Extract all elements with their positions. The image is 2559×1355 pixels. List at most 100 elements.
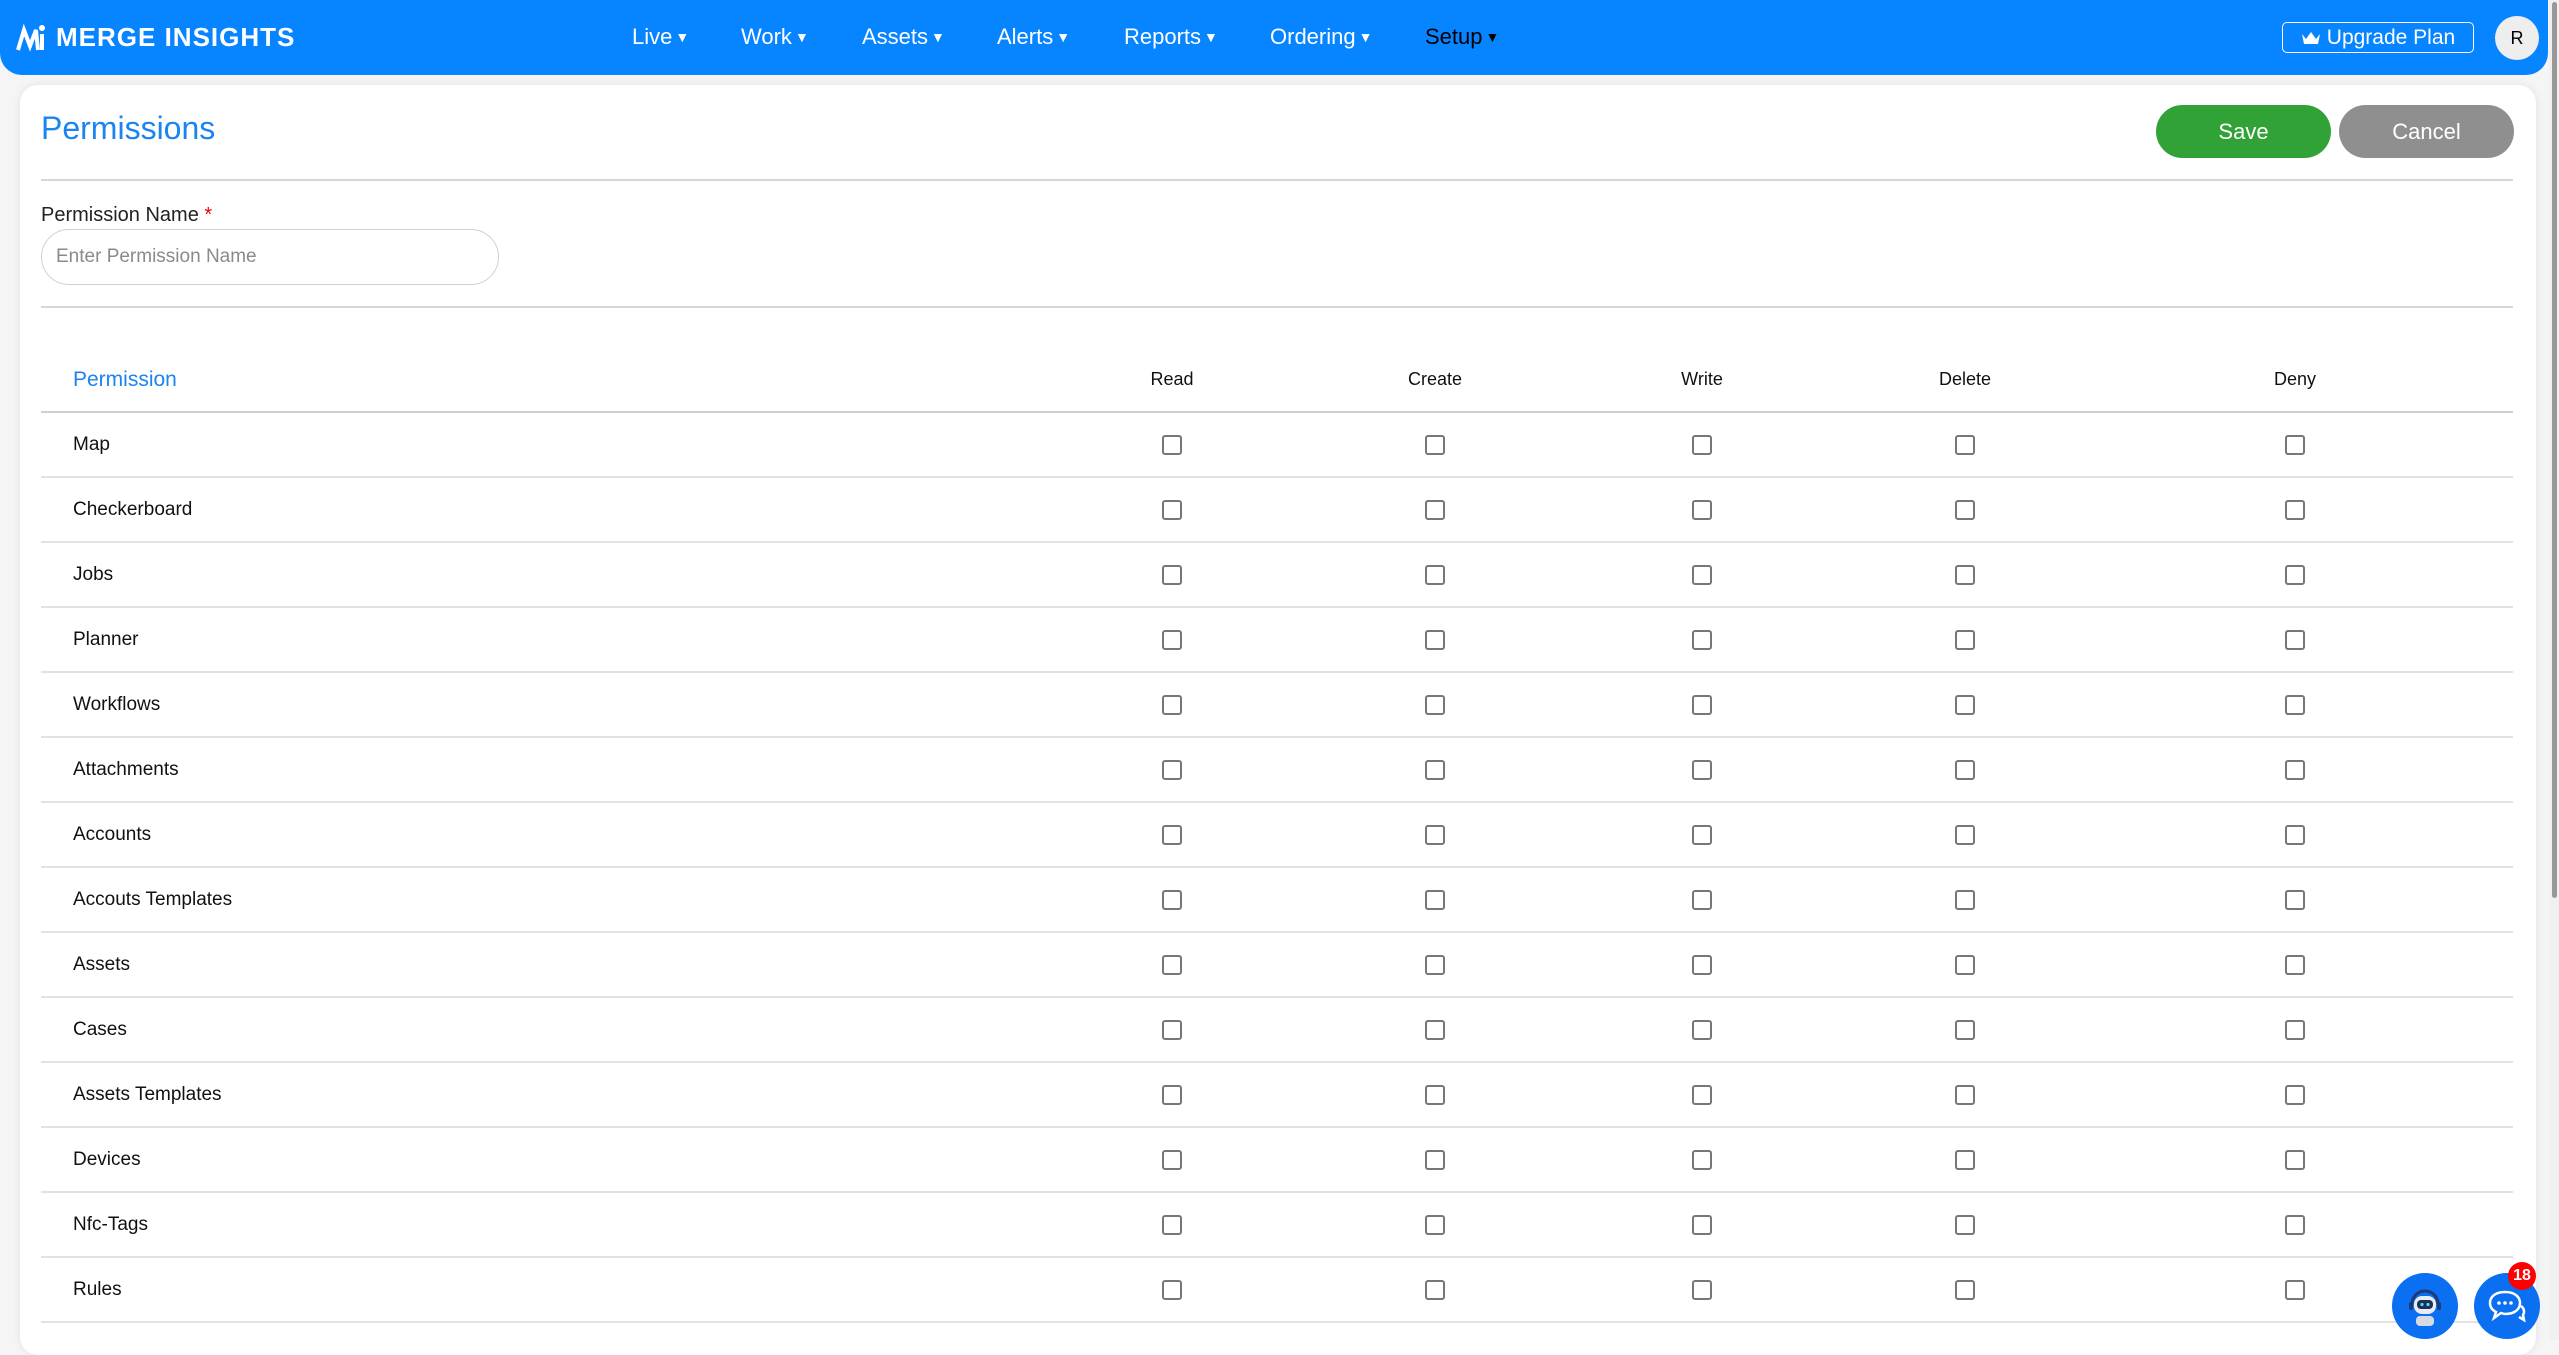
delete-checkbox[interactable]	[1955, 954, 1975, 975]
page-title: Permissions	[41, 110, 216, 146]
deny-checkbox[interactable]	[2285, 564, 2305, 585]
create-checkbox[interactable]	[1425, 564, 1445, 585]
nav-ordering[interactable]: Ordering ▼	[1270, 24, 1372, 50]
read-checkbox[interactable]	[1162, 759, 1182, 780]
column-header-permission[interactable]: Permission	[73, 348, 177, 411]
delete-checkbox[interactable]	[1955, 1149, 1975, 1170]
write-checkbox[interactable]	[1692, 824, 1712, 845]
deny-checkbox[interactable]	[2285, 1019, 2305, 1040]
write-checkbox[interactable]	[1692, 1214, 1712, 1235]
create-checkbox[interactable]	[1425, 434, 1445, 455]
write-checkbox[interactable]	[1692, 1084, 1712, 1105]
create-checkbox[interactable]	[1425, 629, 1445, 650]
cell-create	[1425, 1258, 1445, 1321]
deny-checkbox[interactable]	[2285, 629, 2305, 650]
create-checkbox[interactable]	[1425, 824, 1445, 845]
table-row: Accouts Templates	[41, 868, 2513, 933]
write-checkbox[interactable]	[1692, 499, 1712, 520]
read-checkbox[interactable]	[1162, 1214, 1182, 1235]
write-checkbox[interactable]	[1692, 889, 1712, 910]
deny-checkbox[interactable]	[2285, 1084, 2305, 1105]
delete-checkbox[interactable]	[1955, 1214, 1975, 1235]
write-checkbox[interactable]	[1692, 1279, 1712, 1300]
cancel-button[interactable]: Cancel	[2339, 105, 2514, 158]
delete-checkbox[interactable]	[1955, 499, 1975, 520]
deny-checkbox[interactable]	[2285, 694, 2305, 715]
cell-read	[1162, 413, 1182, 476]
deny-checkbox[interactable]	[2285, 1214, 2305, 1235]
caret-down-icon: ▼	[1358, 29, 1373, 45]
create-checkbox[interactable]	[1425, 759, 1445, 780]
nav-alerts[interactable]: Alerts ▼	[997, 24, 1070, 50]
delete-checkbox[interactable]	[1955, 564, 1975, 585]
nav-reports[interactable]: Reports ▼	[1124, 24, 1218, 50]
read-checkbox[interactable]	[1162, 564, 1182, 585]
nav-live[interactable]: Live ▼	[632, 24, 689, 50]
create-checkbox[interactable]	[1425, 889, 1445, 910]
delete-checkbox[interactable]	[1955, 824, 1975, 845]
deny-checkbox[interactable]	[2285, 954, 2305, 975]
cell-read	[1162, 1063, 1182, 1126]
read-checkbox[interactable]	[1162, 499, 1182, 520]
delete-checkbox[interactable]	[1955, 629, 1975, 650]
deny-checkbox[interactable]	[2285, 889, 2305, 910]
column-header-deny: Deny	[2273, 369, 2317, 389]
divider	[41, 306, 2513, 308]
write-checkbox[interactable]	[1692, 434, 1712, 455]
cell-write	[1692, 478, 1712, 541]
unread-badge: 18	[2508, 1262, 2536, 1290]
create-checkbox[interactable]	[1425, 1279, 1445, 1300]
read-checkbox[interactable]	[1162, 824, 1182, 845]
create-checkbox[interactable]	[1425, 1214, 1445, 1235]
write-checkbox[interactable]	[1692, 629, 1712, 650]
read-checkbox[interactable]	[1162, 1019, 1182, 1040]
read-checkbox[interactable]	[1162, 434, 1182, 455]
delete-checkbox[interactable]	[1955, 434, 1975, 455]
read-checkbox[interactable]	[1162, 954, 1182, 975]
read-checkbox[interactable]	[1162, 889, 1182, 910]
read-checkbox[interactable]	[1162, 1149, 1182, 1170]
read-checkbox[interactable]	[1162, 629, 1182, 650]
write-checkbox[interactable]	[1692, 694, 1712, 715]
nav-work[interactable]: Work ▼	[741, 24, 809, 50]
delete-checkbox[interactable]	[1955, 1019, 1975, 1040]
nav-setup[interactable]: Setup ▼	[1425, 24, 1499, 50]
write-checkbox[interactable]	[1692, 954, 1712, 975]
deny-checkbox[interactable]	[2285, 1279, 2305, 1300]
create-checkbox[interactable]	[1425, 1084, 1445, 1105]
scrollbar-thumb[interactable]	[2552, 2, 2557, 898]
create-checkbox[interactable]	[1425, 1019, 1445, 1040]
cell-delete	[1955, 608, 1975, 671]
read-checkbox[interactable]	[1162, 694, 1182, 715]
create-checkbox[interactable]	[1425, 499, 1445, 520]
user-avatar[interactable]: R	[2495, 16, 2539, 60]
delete-checkbox[interactable]	[1955, 694, 1975, 715]
read-checkbox[interactable]	[1162, 1084, 1182, 1105]
deny-checkbox[interactable]	[2285, 434, 2305, 455]
cell-create	[1425, 673, 1445, 736]
create-checkbox[interactable]	[1425, 954, 1445, 975]
ai-assistant-button[interactable]	[2392, 1273, 2458, 1339]
deny-checkbox[interactable]	[2285, 1149, 2305, 1170]
deny-checkbox[interactable]	[2285, 499, 2305, 520]
brand-logo[interactable]: MERGE INSIGHTS	[16, 22, 295, 53]
delete-checkbox[interactable]	[1955, 1279, 1975, 1300]
caret-down-icon: ▼	[794, 29, 809, 45]
write-checkbox[interactable]	[1692, 1149, 1712, 1170]
write-checkbox[interactable]	[1692, 564, 1712, 585]
read-checkbox[interactable]	[1162, 1279, 1182, 1300]
write-checkbox[interactable]	[1692, 759, 1712, 780]
cell-write	[1692, 673, 1712, 736]
write-checkbox[interactable]	[1692, 1019, 1712, 1040]
deny-checkbox[interactable]	[2285, 759, 2305, 780]
delete-checkbox[interactable]	[1955, 759, 1975, 780]
deny-checkbox[interactable]	[2285, 824, 2305, 845]
save-button[interactable]: Save	[2156, 105, 2331, 158]
upgrade-plan-button[interactable]: Upgrade Plan	[2282, 22, 2474, 53]
delete-checkbox[interactable]	[1955, 889, 1975, 910]
create-checkbox[interactable]	[1425, 1149, 1445, 1170]
create-checkbox[interactable]	[1425, 694, 1445, 715]
permission-name-input[interactable]	[41, 229, 499, 285]
nav-assets[interactable]: Assets ▼	[862, 24, 945, 50]
delete-checkbox[interactable]	[1955, 1084, 1975, 1105]
